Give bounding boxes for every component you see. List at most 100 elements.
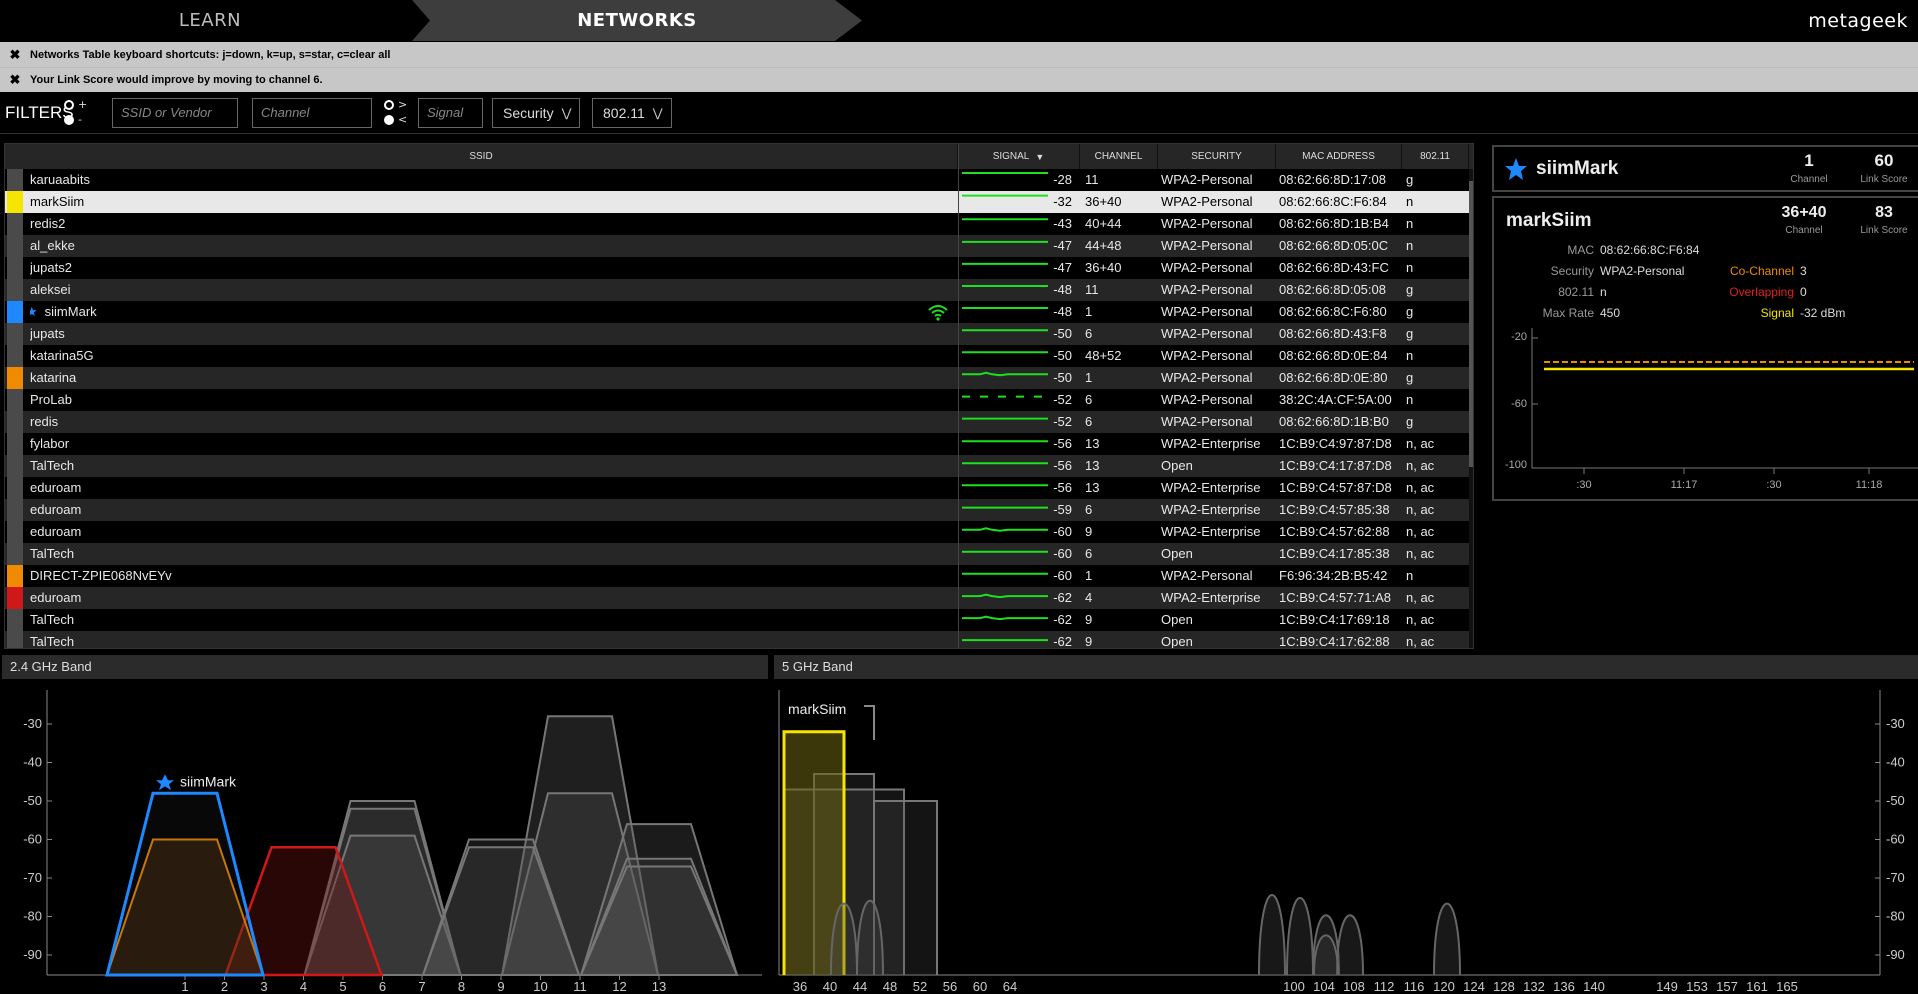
color-swatch[interactable]	[7, 301, 23, 323]
notice-text: Networks Table keyboard shortcuts: j=dow…	[30, 48, 391, 61]
table-row[interactable]: jupats -50 6 WPA2-Personal 08:62:66:8D:43:F8…	[5, 323, 1469, 345]
y-tick-label: -40	[1886, 755, 1905, 770]
table-row[interactable]: fylabor -56 13 WPA2-Enterprise 1C:B9:C4:97:8…	[5, 433, 1469, 455]
color-swatch[interactable]	[7, 345, 23, 367]
col-header-signal[interactable]: SIGNAL ▼	[958, 144, 1080, 169]
cell-security: WPA2-Personal	[1161, 172, 1253, 187]
color-swatch[interactable]	[7, 213, 23, 235]
mac-label: MAC	[1567, 243, 1594, 257]
cell-ssid: katarina5G	[30, 345, 950, 367]
x-tick-label: 136	[1553, 979, 1575, 994]
color-swatch[interactable]	[7, 631, 23, 648]
table-row[interactable]: katarina5G -50 48+52 WPA2-Personal 08:62:66:…	[5, 345, 1469, 367]
color-swatch[interactable]	[7, 543, 23, 565]
network-shape[interactable]	[873, 800, 938, 975]
y-tick-label: -30	[23, 716, 42, 731]
color-swatch[interactable]	[7, 169, 23, 191]
col-header-ssid[interactable]: SSID	[5, 144, 958, 169]
x-tick-label: 116	[1404, 979, 1425, 994]
color-swatch[interactable]	[7, 279, 23, 301]
color-swatch[interactable]	[7, 455, 23, 477]
color-swatch[interactable]	[7, 565, 23, 587]
table-row[interactable]: aleksei -48 11 WPA2-Personal 08:62:66:8D:05:…	[5, 279, 1469, 301]
cell-security: WPA2-Enterprise	[1161, 480, 1261, 495]
starred-network-summary[interactable]: siimMark 1 Channel 60 Link Score	[1492, 145, 1918, 192]
color-swatch[interactable]	[7, 411, 23, 433]
radio-greater[interactable]	[384, 99, 394, 110]
signal-input[interactable]: Signal	[418, 98, 483, 128]
table-row[interactable]: redis2 -43 40+44 WPA2-Personal 08:62:66:8D:1…	[5, 213, 1469, 235]
col-header-mac[interactable]: MAC ADDRESS	[1276, 144, 1402, 169]
standard-dropdown[interactable]: 802.11 ⋁	[592, 98, 672, 128]
table-row[interactable]: al_ekke -47 44+48 WPA2-Personal 08:62:66:8D:…	[5, 235, 1469, 257]
radio-less-label: <	[398, 113, 408, 126]
tab-learn[interactable]: LEARN	[0, 0, 420, 41]
radio-exclude[interactable]	[64, 114, 74, 125]
table-row[interactable]: jupats2 -47 36+40 WPA2-Personal 08:62:66:8D:…	[5, 257, 1469, 279]
close-icon[interactable]: ✖	[0, 72, 30, 88]
table-scrollbar[interactable]	[1469, 169, 1473, 648]
color-swatch[interactable]	[7, 257, 23, 279]
cell-mac: 1C:B9:C4:17:85:38	[1279, 546, 1390, 561]
close-icon[interactable]: ✖	[0, 47, 30, 63]
x-tick-label: 6	[379, 979, 386, 994]
color-swatch[interactable]	[7, 235, 23, 257]
table-row[interactable]: katarina -50 1 WPA2-Personal 08:62:66:8D:0E:…	[5, 367, 1469, 389]
cell-mac: 1C:B9:C4:17:69:18	[1279, 612, 1390, 627]
table-row[interactable]: ★ siimMark -48 1 WPA2-Personal 08:62:66:8C:F6…	[5, 301, 1469, 323]
tab-networks[interactable]: NETWORKS	[412, 0, 862, 41]
network-shape[interactable]	[1258, 893, 1286, 976]
col-header-channel[interactable]: CHANNEL	[1080, 144, 1158, 169]
color-swatch[interactable]	[7, 521, 23, 543]
color-swatch[interactable]	[7, 477, 23, 499]
radio-include[interactable]	[64, 99, 74, 110]
col-header-security[interactable]: SECURITY	[1158, 144, 1276, 169]
color-swatch[interactable]	[7, 587, 23, 609]
color-swatch[interactable]	[7, 367, 23, 389]
color-swatch[interactable]	[7, 433, 23, 455]
cell-ssid-text: fylabor	[30, 436, 70, 451]
network-shape[interactable]	[1433, 902, 1461, 976]
security-dropdown[interactable]: Security ⋁	[492, 98, 580, 128]
table-row[interactable]: TalTech -62 9 Open 1C:B9:C4:17:62:88 n, ac	[5, 631, 1469, 649]
table-row[interactable]: eduroam -56 13 WPA2-Enterprise 1C:B9:C4:57:8…	[5, 477, 1469, 499]
cell-mac: 08:62:66:8D:43:F8	[1279, 326, 1387, 341]
table-row[interactable]: TalTech -56 13 Open 1C:B9:C4:17:87:D8 n, ac	[5, 455, 1469, 477]
table-row[interactable]: eduroam -60 9 WPA2-Enterprise 1C:B9:C4:57:62…	[5, 521, 1469, 543]
cell-signal: -62	[1053, 590, 1072, 605]
y-tick-label: -60	[23, 832, 42, 847]
table-row[interactable]: redis -52 6 WPA2-Personal 08:62:66:8D:1B:B0 g	[5, 411, 1469, 433]
network-shape-siimmark[interactable]	[105, 791, 265, 977]
color-swatch[interactable]	[7, 609, 23, 631]
star-icon[interactable]: ★	[30, 304, 38, 319]
table-row[interactable]: eduroam -59 6 WPA2-Enterprise 1C:B9:C4:57:85…	[5, 499, 1469, 521]
table-row[interactable]: eduroam -62 4 WPA2-Enterprise 1C:B9:C4:57:71…	[5, 587, 1469, 609]
color-swatch[interactable]	[7, 323, 23, 345]
cell-std: n, ac	[1406, 458, 1435, 473]
ssid-vendor-input[interactable]: SSID or Vendor	[112, 98, 238, 128]
table-row[interactable]: markSiim -32 36+40 WPA2-Personal 08:62:66:8C…	[5, 191, 1469, 213]
table-row[interactable]: ProLab -52 6 WPA2-Personal 38:2C:4A:CF:5A:00…	[5, 389, 1469, 411]
color-swatch[interactable]	[7, 191, 23, 213]
network-shape[interactable]	[1286, 896, 1314, 976]
col-header-std-label: 802.11	[1420, 151, 1450, 162]
color-swatch[interactable]	[7, 499, 23, 521]
cochannel-label: Co-Channel	[1729, 264, 1794, 278]
col-header-std[interactable]: 802.11	[1402, 144, 1469, 169]
color-swatch[interactable]	[7, 389, 23, 411]
radio-greater-label: >	[398, 98, 408, 111]
table-row[interactable]: TalTech -62 9 Open 1C:B9:C4:17:69:18 n, ac	[5, 609, 1469, 631]
cell-ssid-text: redis	[30, 414, 59, 429]
cell-std: g	[1406, 304, 1414, 319]
table-row[interactable]: DIRECT-ZPIE068NvEYv -60 1 WPA2-Personal F6:9…	[5, 565, 1469, 587]
network-shape[interactable]	[1336, 914, 1364, 976]
radio-less[interactable]	[384, 114, 394, 125]
cell-std: n, ac	[1406, 634, 1435, 649]
notice-link-score: ✖ Your Link Score would improve by movin…	[0, 67, 1918, 92]
cell-security: WPA2-Personal	[1161, 282, 1253, 297]
channel-input[interactable]: Channel	[252, 98, 372, 128]
scrollbar-thumb[interactable]	[1469, 181, 1473, 467]
table-row[interactable]: TalTech -60 6 Open 1C:B9:C4:17:85:38 n, ac	[5, 543, 1469, 565]
table-row[interactable]: karuaabits -28 11 WPA2-Personal 08:62:66:8D:…	[5, 169, 1469, 191]
cell-channel: 13	[1085, 480, 1100, 495]
